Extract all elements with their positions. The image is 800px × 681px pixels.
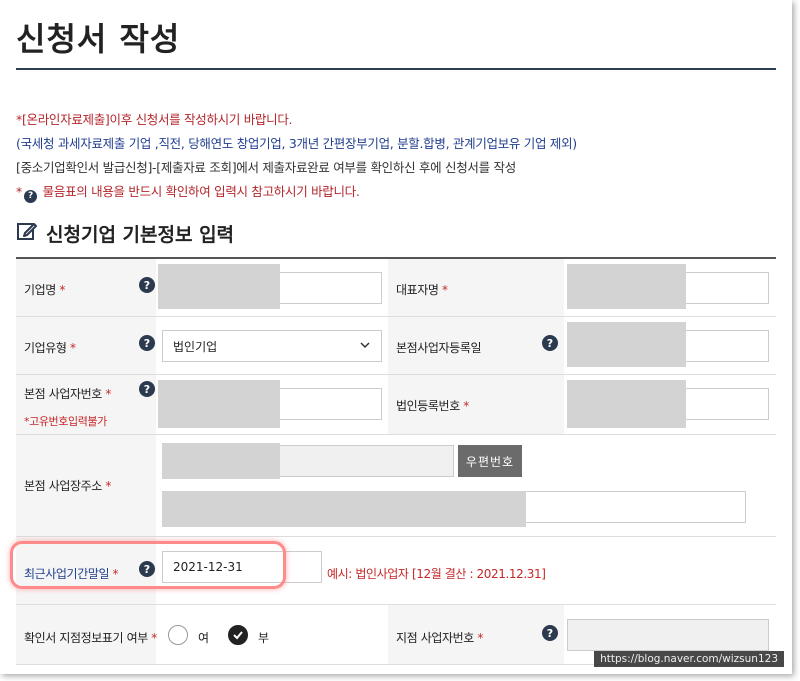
branch-info-yes-radio[interactable] — [168, 625, 188, 645]
corp-reg-number-label: 법인등록번호 * — [396, 399, 469, 413]
company-type-value: 법인기업 — [173, 339, 218, 354]
notice-check-submission: [중소기업확인서 발급신청]-[제출자료 조회]에서 제출자료완료 여부를 확인… — [16, 160, 516, 175]
fiscal-end-date-example: 예시: 법인사업자 [12월 결산 : 2021.12.31] — [327, 567, 546, 581]
no-unique-number-warning: *고유번호입력불가 — [24, 415, 107, 428]
company-name-label: 기업명 * — [24, 283, 65, 297]
ceo-name-label: 대표자명 * — [396, 283, 448, 297]
form-row: 기업명 * ? 대표자명 * — [16, 259, 776, 317]
title-divider — [16, 68, 776, 70]
branch-info-yes-label: 여 — [198, 631, 210, 645]
notice-help-icons: *? 물음표의 내용을 반드시 확인하여 입력시 참고하시기 바랍니다. — [16, 181, 360, 203]
zip-code-button[interactable]: 우편번호 — [458, 445, 522, 477]
company-type-select[interactable]: 법인기업 — [162, 330, 382, 362]
page-frame: 신청서 작성 *[온라인자료제출]이후 신청서를 작성하시기 바랍니다. (국세… — [0, 0, 792, 674]
redacted-block — [158, 380, 280, 428]
check-icon — [232, 626, 244, 645]
form-row: 본점 사업자번호 * ? *고유번호입력불가 법인등록번호 * — [16, 375, 776, 435]
form-row: 기업유형 * ? 법인기업 본점사업자등록일 ? — [16, 317, 776, 375]
blog-watermark: https://blog.naver.com/wizsun123 — [594, 651, 784, 667]
company-info-form: 기업명 * ? 대표자명 * 기업유형 * ? 법인기업 본점사업자등록일 ? — [16, 257, 776, 674]
question-icon[interactable]: ? — [139, 335, 155, 351]
redacted-block — [162, 443, 280, 479]
question-icon[interactable]: ? — [139, 381, 155, 397]
question-icon: ? — [23, 189, 37, 203]
branch-biz-number-label: 지점 사업자번호 * — [396, 631, 483, 645]
hq-biz-number-label: 본점 사업자번호 * — [24, 387, 111, 401]
form-row: 본점 사업장주소 * 우편번호 — [16, 435, 776, 537]
hq-reg-date-label: 본점사업자등록일 — [396, 341, 482, 355]
company-type-label: 기업유형 * — [24, 341, 76, 355]
redacted-block — [567, 322, 686, 367]
question-icon[interactable]: ? — [542, 625, 558, 641]
notice-star: * — [16, 184, 22, 199]
redacted-block — [162, 491, 526, 527]
branch-biz-number-input[interactable] — [567, 619, 769, 651]
question-icon[interactable]: ? — [542, 335, 558, 351]
hq-address-label: 본점 사업장주소 * — [24, 479, 111, 493]
page-title: 신청서 작성 — [16, 20, 181, 58]
section-title: 신청기업 기본정보 입력 — [16, 220, 234, 247]
branch-info-no-radio[interactable] — [228, 625, 248, 645]
section-title-text: 신청기업 기본정보 입력 — [46, 224, 235, 246]
highlight-annotation — [10, 541, 286, 589]
redacted-block — [158, 264, 280, 309]
question-icon[interactable]: ? — [139, 277, 155, 293]
redacted-block — [567, 264, 686, 309]
edit-icon — [16, 220, 38, 247]
notice-exclusions: (국세청 과세자료제출 기업 ,직전, 당해연도 창업기업, 3개년 간편장부기… — [16, 136, 577, 151]
redacted-block — [567, 380, 686, 428]
notice-help-text: 물음표의 내용을 반드시 확인하여 입력시 참고하시기 바랍니다. — [42, 184, 360, 199]
chevron-down-icon — [359, 339, 371, 354]
branch-info-no-label: 부 — [258, 631, 270, 645]
branch-info-label: 확인서 지점정보표기 여부 * — [24, 631, 157, 645]
notice-online-submission: *[온라인자료제출]이후 신청서를 작성하시기 바랍니다. — [16, 112, 293, 127]
